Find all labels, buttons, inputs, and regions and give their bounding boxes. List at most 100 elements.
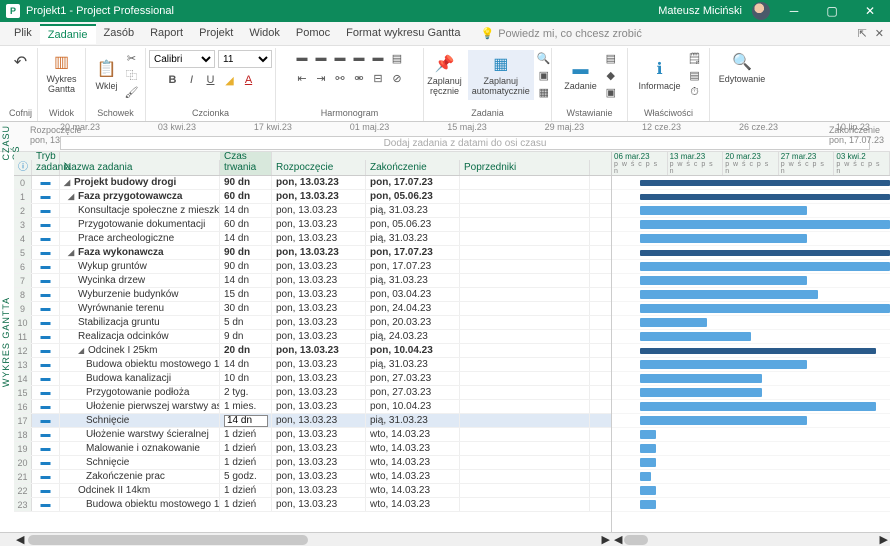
fill-color-button[interactable]: ◢ <box>222 72 238 88</box>
cell-end[interactable]: wto, 14.03.23 <box>366 428 460 441</box>
row-number[interactable]: 23 <box>14 498 32 511</box>
close-pane-icon[interactable]: ✕ <box>875 27 884 40</box>
indent-button[interactable]: ⇥ <box>313 70 329 86</box>
cell-predecessors[interactable] <box>460 386 590 399</box>
table-row[interactable]: 3▬Przygotowanie dokumentacji60 dnpon, 13… <box>14 218 611 232</box>
information-button[interactable]: ℹInformacje <box>634 50 684 100</box>
row-number[interactable]: 11 <box>14 330 32 343</box>
cell-duration[interactable]: 1 dzień <box>220 428 272 441</box>
cell-duration[interactable]: 1 dzień <box>220 456 272 469</box>
gantt-bar[interactable] <box>640 348 876 354</box>
cell-duration[interactable]: 5 dn <box>220 316 272 329</box>
row-number[interactable]: 19 <box>14 442 32 455</box>
inspect-button[interactable]: 🔍 <box>536 50 552 66</box>
row-number[interactable]: 1 <box>14 190 32 203</box>
copy-button[interactable]: ⿻ <box>124 67 140 83</box>
gantt-bar[interactable] <box>640 388 762 397</box>
col-duration[interactable]: Czas trwania <box>220 152 272 175</box>
menu-tab-plik[interactable]: Plik <box>6 24 40 44</box>
cell-name[interactable]: ◢Faza wykonawcza <box>60 246 220 259</box>
cell-name[interactable]: Przygotowanie dokumentacji <box>60 218 220 231</box>
menu-tab-zasób[interactable]: Zasób <box>96 24 143 44</box>
gantt-bar[interactable] <box>640 486 657 495</box>
cell-predecessors[interactable] <box>460 204 590 217</box>
cell-end[interactable]: pon, 10.04.23 <box>366 400 460 413</box>
row-number[interactable]: 5 <box>14 246 32 259</box>
gantt-bar[interactable] <box>640 276 807 285</box>
maximize-button[interactable]: ▢ <box>818 0 846 22</box>
cell-end[interactable]: pią, 31.03.23 <box>366 204 460 217</box>
gantt-bar[interactable] <box>640 360 807 369</box>
gantt-bar[interactable] <box>640 430 657 439</box>
cell-duration[interactable]: 1 dzień <box>220 442 272 455</box>
gantt-bar[interactable] <box>640 206 807 215</box>
gantt-bar[interactable] <box>640 444 657 453</box>
table-row[interactable]: 10▬Stabilizacja gruntu5 dnpon, 13.03.23p… <box>14 316 611 330</box>
link-button[interactable]: ⚯ <box>332 70 348 86</box>
cell-name[interactable]: Odcinek II 14km <box>60 484 220 497</box>
font-color-button[interactable]: A <box>241 72 257 88</box>
cell-mode[interactable]: ▬ <box>32 344 60 357</box>
scroll-right-icon[interactable]: ▶ <box>880 533 888 546</box>
cell-mode[interactable]: ▬ <box>32 316 60 329</box>
gantt-bar[interactable] <box>640 416 807 425</box>
cell-name[interactable]: Budowa obiektu mostowego 102 <box>60 498 220 511</box>
scroll-left-icon[interactable]: ◀ <box>16 533 24 546</box>
menu-tab-projekt[interactable]: Projekt <box>191 24 241 44</box>
row-number[interactable]: 13 <box>14 358 32 371</box>
col-mode[interactable]: Tryb zadania <box>32 152 60 175</box>
cell-mode[interactable]: ▬ <box>32 386 60 399</box>
cell-end[interactable]: pią, 24.03.23 <box>366 330 460 343</box>
cell-name[interactable]: Schnięcie <box>60 456 220 469</box>
cell-start[interactable]: pon, 13.03.23 <box>272 372 366 385</box>
cell-end[interactable]: wto, 14.03.23 <box>366 498 460 511</box>
cell-duration[interactable] <box>220 414 272 427</box>
unlink-button[interactable]: ⚮ <box>351 70 367 86</box>
cell-predecessors[interactable] <box>460 344 590 357</box>
cell-mode[interactable]: ▬ <box>32 218 60 231</box>
cell-predecessors[interactable] <box>460 246 590 259</box>
cell-start[interactable]: pon, 13.03.23 <box>272 330 366 343</box>
move-button[interactable]: ▣ <box>536 67 552 83</box>
cell-name[interactable]: Wycinka drzew <box>60 274 220 287</box>
cell-predecessors[interactable] <box>460 414 590 427</box>
col-predecessors[interactable]: Poprzedniki <box>460 160 590 175</box>
menu-tab-raport[interactable]: Raport <box>142 24 191 44</box>
cell-duration[interactable]: 14 dn <box>220 204 272 217</box>
cell-predecessors[interactable] <box>460 260 590 273</box>
cell-start[interactable]: pon, 13.03.23 <box>272 176 366 189</box>
cell-duration[interactable]: 30 dn <box>220 302 272 315</box>
notes-button[interactable]: 🗒 <box>687 50 703 66</box>
cell-start[interactable]: pon, 13.03.23 <box>272 246 366 259</box>
cell-predecessors[interactable] <box>460 218 590 231</box>
cell-start[interactable]: pon, 13.03.23 <box>272 260 366 273</box>
cell-start[interactable]: pon, 13.03.23 <box>272 302 366 315</box>
cell-duration[interactable]: 14 dn <box>220 358 272 371</box>
cell-mode[interactable]: ▬ <box>32 204 60 217</box>
cell-name[interactable]: Realizacja odcinków <box>60 330 220 343</box>
gantt-bar[interactable] <box>640 402 876 411</box>
cell-duration[interactable]: 90 dn <box>220 260 272 273</box>
cell-start[interactable]: pon, 13.03.23 <box>272 400 366 413</box>
cell-name[interactable]: Budowa kanalizacji <box>60 372 220 385</box>
cell-predecessors[interactable] <box>460 470 590 483</box>
minimize-button[interactable]: ─ <box>780 0 808 22</box>
gantt-bar[interactable] <box>640 194 890 200</box>
table-row[interactable]: 6▬Wykup gruntów90 dnpon, 13.03.23pon, 17… <box>14 260 611 274</box>
cell-end[interactable]: pią, 31.03.23 <box>366 414 460 427</box>
gantt-bar[interactable] <box>640 318 707 327</box>
cell-start[interactable]: pon, 13.03.23 <box>272 358 366 371</box>
schedule-manual-button[interactable]: 📌Zaplanuj ręcznie <box>423 50 466 100</box>
cell-duration[interactable]: 20 dn <box>220 344 272 357</box>
row-number[interactable]: 17 <box>14 414 32 427</box>
table-row[interactable]: 2▬Konsultacje społeczne z mieszkańcami14… <box>14 204 611 218</box>
cell-start[interactable]: pon, 13.03.23 <box>272 232 366 245</box>
cell-predecessors[interactable] <box>460 316 590 329</box>
cell-end[interactable]: wto, 14.03.23 <box>366 442 460 455</box>
cell-start[interactable]: pon, 13.03.23 <box>272 316 366 329</box>
table-row[interactable]: 0▬◢Projekt budowy drogi90 dnpon, 13.03.2… <box>14 176 611 190</box>
cell-predecessors[interactable] <box>460 302 590 315</box>
col-name[interactable]: Nazwa zadania <box>60 160 220 175</box>
gantt-bar[interactable] <box>640 234 807 243</box>
cell-mode[interactable]: ▬ <box>32 358 60 371</box>
